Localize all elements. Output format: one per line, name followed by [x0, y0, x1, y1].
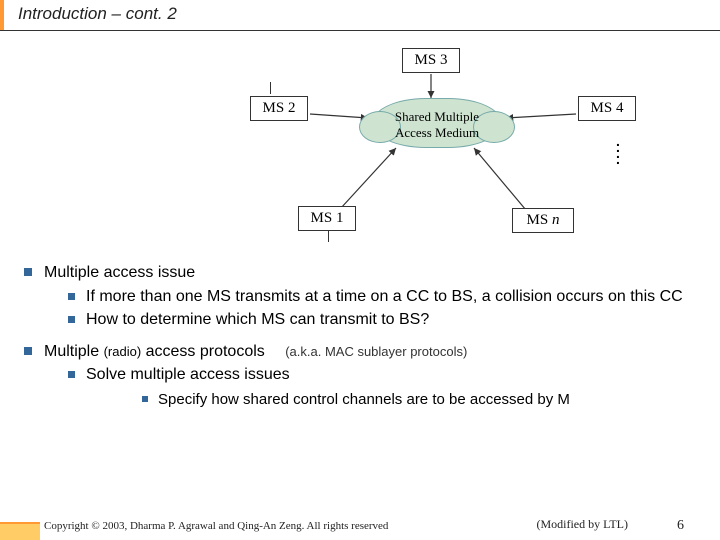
msn-prefix: MS [527, 212, 552, 228]
bullet-2-part1: Multiple [44, 343, 104, 360]
diagram-node-msn: MS n [512, 208, 574, 233]
bullet-2-radio: (radio) [104, 344, 142, 359]
bullet-2-part2: access protocols [141, 343, 265, 360]
bullet-1a: If more than one MS transmits at a time … [44, 286, 700, 308]
footer-copyright: Copyright © 2003, Dharma P. Agrawal and … [44, 520, 388, 532]
content-area: Multiple access issue If more than one M… [24, 262, 700, 420]
connector-line [270, 82, 271, 94]
footer-page-number: 6 [677, 518, 684, 534]
diagram-arrows [0, 38, 720, 248]
bullet-2: Multiple (radio) access protocols (a.k.a… [24, 341, 700, 410]
diagram-node-ms1: MS 1 [298, 206, 356, 231]
diagram-node-ms4: MS 4 [578, 96, 636, 121]
footer: Copyright © 2003, Dharma P. Agrawal and … [44, 520, 684, 532]
bullet-2a-text: Solve multiple access issues [86, 366, 290, 383]
diagram-node-ms3: MS 3 [402, 48, 460, 73]
bullet-2a: Solve multiple access issues Specify how… [44, 364, 700, 410]
diagram-area: MS 3 MS 2 MS 4 Shared Multiple Access Me… [0, 38, 720, 248]
ellipsis-vertical-icon: .... [616, 138, 620, 162]
footer-modified: (Modified by LTL) [536, 517, 628, 532]
cloud-text-line1: Shared Multiple [395, 109, 479, 124]
cloud-text-line2: Access Medium [395, 125, 479, 140]
page-title: Introduction – cont. 2 [18, 4, 177, 24]
bullet-1b: How to determine which MS can transmit t… [44, 309, 700, 331]
connector-line [328, 230, 329, 242]
accent-bar [0, 0, 4, 30]
diagram-cloud: Shared Multiple Access Medium [372, 98, 502, 148]
bullet-1-text: Multiple access issue [44, 264, 195, 281]
msn-suffix: n [552, 212, 560, 228]
bullet-2-aka: (a.k.a. MAC sublayer protocols) [285, 344, 467, 359]
title-underline [0, 30, 720, 31]
bullet-2a1: Specify how shared control channels are … [86, 390, 700, 410]
diagram-node-ms2: MS 2 [250, 96, 308, 121]
bullet-1: Multiple access issue If more than one M… [24, 262, 700, 331]
footer-accent [0, 522, 40, 540]
